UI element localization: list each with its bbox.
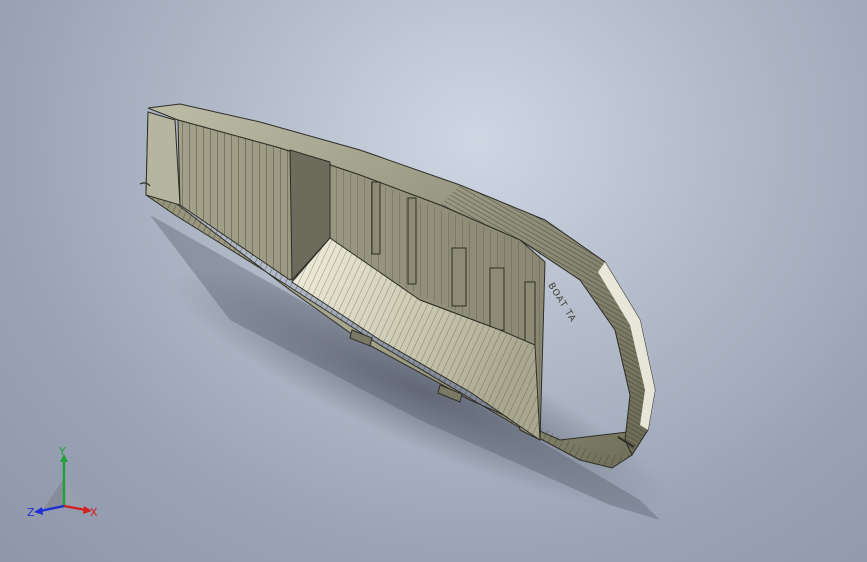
hull-model[interactable]: BOAT TA — [0, 0, 867, 562]
transom — [145, 111, 181, 206]
graphics-viewport[interactable]: BOAT TA Y X Z — [0, 0, 867, 562]
hull-engraving: BOAT TA — [545, 281, 577, 324]
triad-y-label: Y — [59, 445, 66, 458]
triad-z-label: Z — [27, 506, 35, 519]
view-triad: Y X Z — [24, 446, 104, 522]
triad-x-label: X — [90, 506, 98, 519]
